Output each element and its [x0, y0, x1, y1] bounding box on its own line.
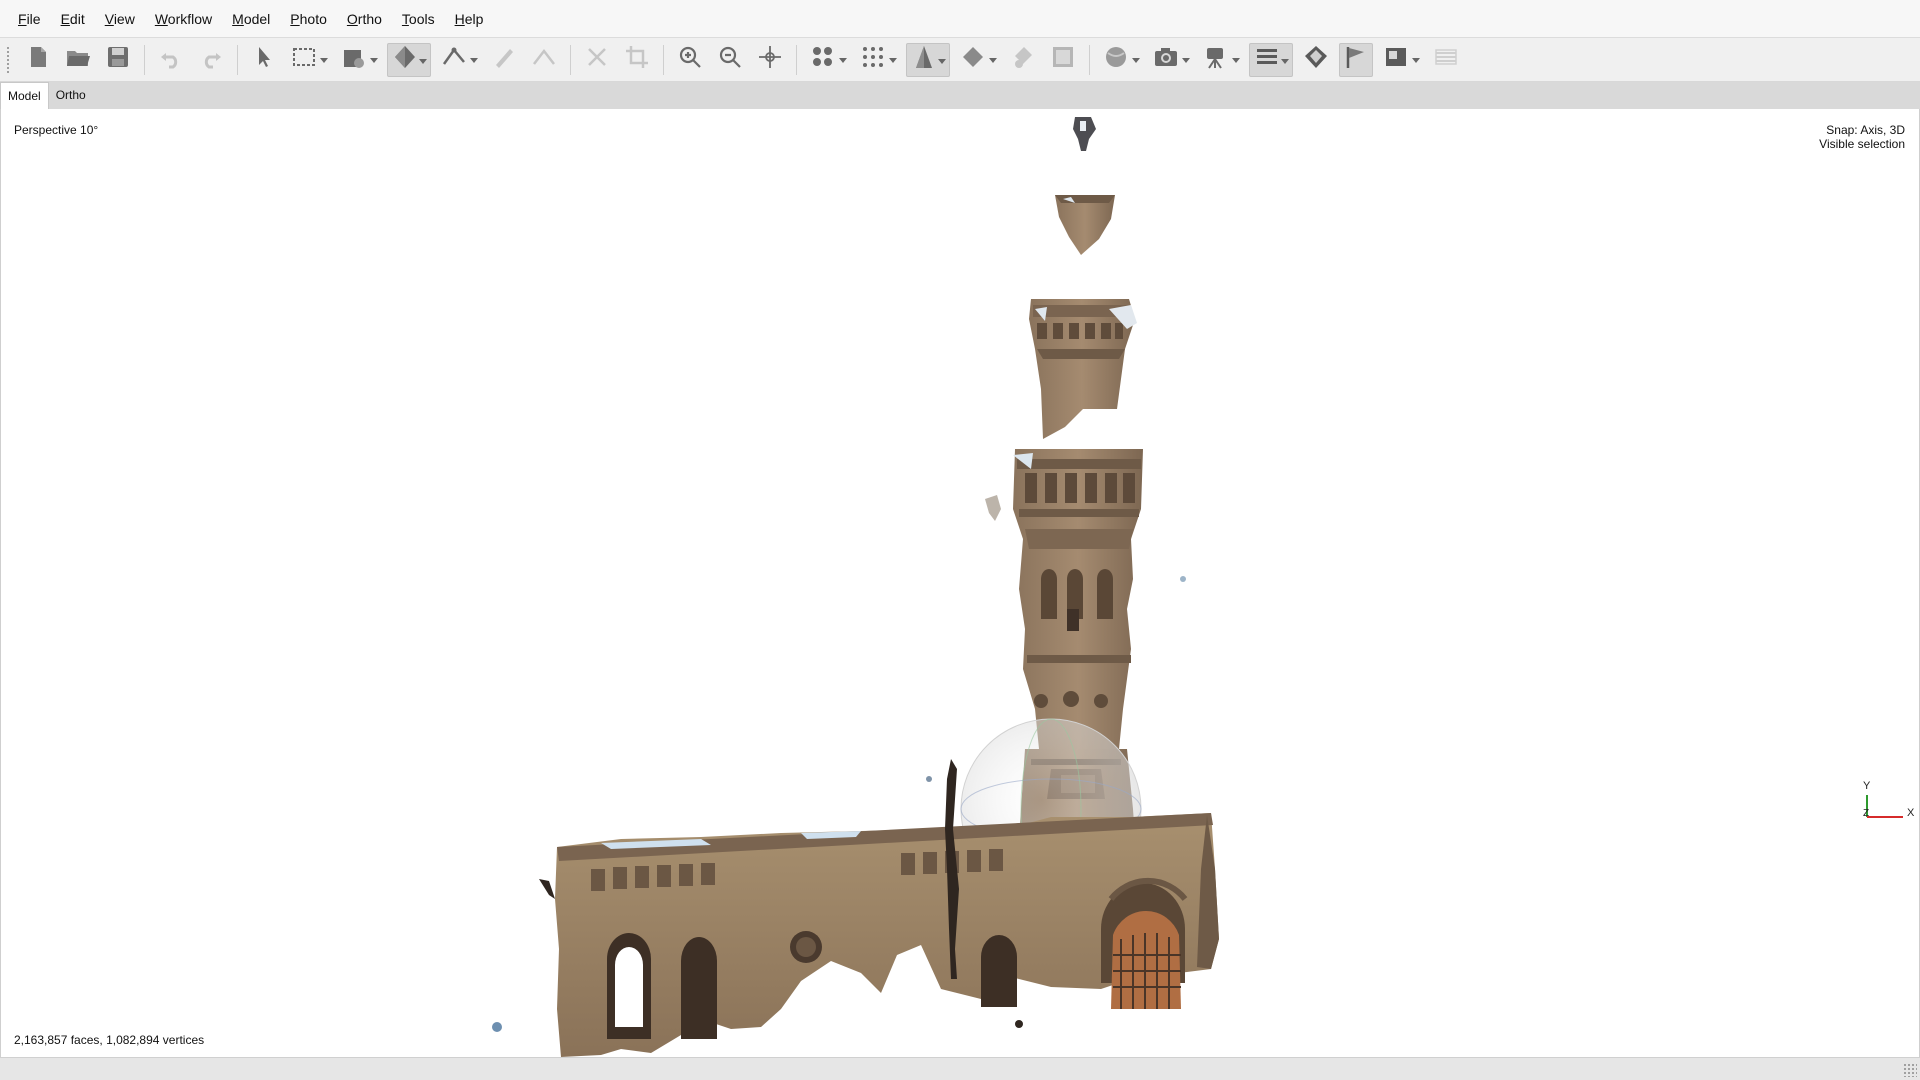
navigation-button[interactable] — [247, 43, 281, 77]
visible-selection-label: Visible selection — [1819, 137, 1905, 151]
toolbar-separator — [237, 44, 238, 75]
axis-z-label: Z — [1863, 808, 1869, 819]
camera-track-button[interactable] — [1199, 43, 1243, 77]
polyline-icon — [531, 44, 557, 75]
screenshot-camera-icon — [1153, 44, 1179, 75]
texture-icon — [1010, 44, 1036, 75]
minaret-upper-tier — [1029, 299, 1137, 439]
menu-workflow[interactable]: Workflow — [145, 0, 222, 38]
toolbar-separator — [144, 44, 145, 75]
crop-selection-icon — [624, 44, 650, 75]
mosque-3d-model[interactable]: Y Z X — [1, 109, 1919, 1057]
show-cameras-icon — [1103, 44, 1129, 75]
menu-file[interactable]: File — [8, 0, 51, 38]
draw-line-button[interactable] — [487, 43, 521, 77]
menu-edit[interactable]: Edit — [51, 0, 95, 38]
tiled-model-icon — [1050, 44, 1076, 75]
draw-shape-icon — [341, 44, 367, 75]
undo-button[interactable] — [154, 43, 188, 77]
show-cameras-button[interactable] — [1099, 43, 1143, 77]
layers-menu-button[interactable] — [1249, 42, 1293, 77]
main-toolbar — [0, 38, 1920, 82]
draw-line-icon — [491, 44, 517, 75]
move-object-icon — [757, 44, 783, 75]
solid-model-icon — [960, 44, 986, 75]
toolbar-separator — [570, 44, 571, 75]
axis-gizmo: Y Z X — [1863, 780, 1915, 819]
texture-button[interactable] — [1006, 43, 1040, 77]
redo-button[interactable] — [194, 43, 228, 77]
mesh-statistics: 2,163,857 faces, 1,082,894 vertices — [14, 1033, 205, 1047]
menu-view[interactable]: View — [95, 0, 145, 38]
navigation-arrow-icon — [251, 44, 277, 75]
mesh-shaded-icon — [911, 44, 937, 75]
tiled-model-button[interactable] — [1046, 43, 1080, 77]
toolbar-separator — [796, 44, 797, 75]
model-viewport[interactable]: Y Z X Perspective 10° Snap: Axis, 3D Vis… — [0, 109, 1920, 1057]
move-object-button[interactable] — [753, 43, 787, 77]
polyline-button[interactable] — [527, 43, 561, 77]
zoom-out-button[interactable] — [713, 43, 747, 77]
measure-ruler-button[interactable] — [437, 43, 481, 77]
undo-icon — [158, 44, 184, 75]
zoom-in-button[interactable] — [673, 43, 707, 77]
redo-icon — [198, 44, 224, 75]
ortho-image-button[interactable] — [1379, 43, 1423, 77]
save-project-button[interactable] — [101, 43, 135, 77]
menu-help[interactable]: Help — [445, 0, 494, 38]
menu-model[interactable]: Model — [222, 0, 280, 38]
mesh-shaded-button[interactable] — [906, 42, 950, 77]
point-cloud-button[interactable] — [806, 43, 850, 77]
measure-ruler-icon — [441, 44, 467, 75]
view-tab-bar: Model Ortho — [0, 82, 1920, 109]
toolbar-grip[interactable] — [6, 45, 10, 74]
minaret-top-cap — [1055, 195, 1115, 255]
open-project-icon — [65, 44, 91, 75]
zoom-in-icon — [677, 44, 703, 75]
new-project-icon — [25, 44, 51, 75]
draw-shape-button[interactable] — [337, 43, 381, 77]
tab-ortho[interactable]: Ortho — [49, 82, 93, 109]
markers-flag-icon — [1343, 44, 1369, 75]
save-project-icon — [105, 44, 131, 75]
grid-icon — [1433, 44, 1459, 75]
tab-model[interactable]: Model — [0, 82, 49, 109]
shapes-button[interactable] — [1299, 43, 1333, 77]
toolbar-separator — [1089, 44, 1090, 75]
window-resize-grip[interactable] — [1903, 1063, 1917, 1077]
shapes-icon — [1303, 44, 1329, 75]
ortho-image-icon — [1383, 44, 1409, 75]
menu-bar: File Edit View Workflow Model Photo Orth… — [0, 0, 1920, 38]
axis-x-label: X — [1907, 807, 1915, 819]
open-project-button[interactable] — [61, 43, 95, 77]
grid-button[interactable] — [1429, 43, 1463, 77]
status-bar — [0, 1057, 1920, 1080]
markers-flag-button[interactable] — [1339, 42, 1373, 77]
delete-selection-button[interactable] — [580, 43, 614, 77]
point-cloud-icon — [810, 44, 836, 75]
axis-y-label: Y — [1863, 780, 1871, 792]
crop-selection-button[interactable] — [620, 43, 654, 77]
toolbar-separator — [663, 44, 664, 75]
solid-model-button[interactable] — [956, 43, 1000, 77]
camera-track-icon — [1203, 44, 1229, 75]
zoom-out-icon — [717, 44, 743, 75]
snap-mode-label: Snap: Axis, 3D — [1826, 123, 1905, 137]
minaret-finial — [1073, 117, 1096, 151]
snap-info: Snap: Axis, 3D Visible selection — [1819, 123, 1905, 151]
rectangle-selection-button[interactable] — [287, 43, 331, 77]
dense-cloud-icon — [860, 44, 886, 75]
dense-cloud-button[interactable] — [856, 43, 900, 77]
perspective-label: Perspective 10° — [14, 123, 99, 137]
delete-selection-icon — [584, 44, 610, 75]
menu-ortho[interactable]: Ortho — [337, 0, 392, 38]
screenshot-camera-button[interactable] — [1149, 43, 1193, 77]
new-project-button[interactable] — [21, 43, 55, 77]
layers-menu-icon — [1254, 44, 1280, 75]
model-view-button[interactable] — [387, 42, 431, 77]
model-view-icon — [392, 44, 418, 75]
rectangle-selection-icon — [291, 44, 317, 75]
menu-tools[interactable]: Tools — [392, 0, 445, 38]
menu-photo[interactable]: Photo — [280, 0, 337, 38]
